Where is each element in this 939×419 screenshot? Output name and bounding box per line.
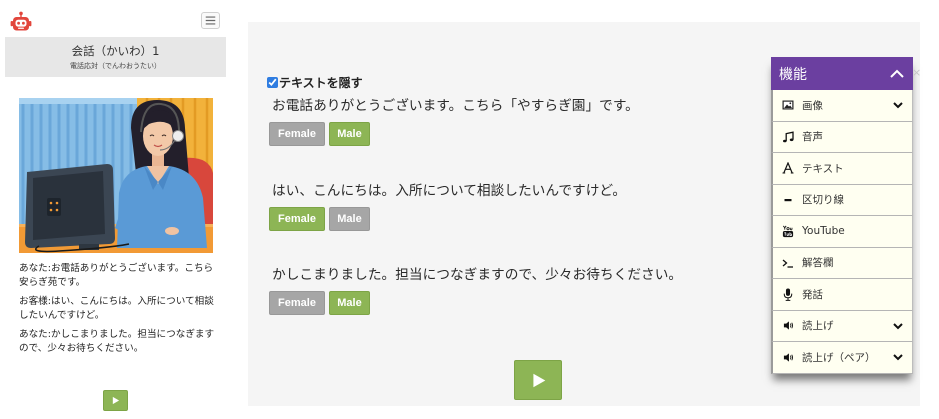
feature-item-read-aloud[interactable]: 読上げ (771, 310, 913, 342)
hide-text-toggle[interactable]: テキストを隠す (267, 75, 747, 90)
feature-item-label: YouTube (802, 225, 845, 238)
main-play-button[interactable] (514, 360, 562, 400)
feature-item-divider[interactable]: 区切り線 (771, 184, 913, 216)
feature-item-label: 発話 (802, 288, 823, 301)
features-panel: 機能 画像 音声 テキスト 区切り線 YouTube 解答欄 発話 読上げ 読上… (771, 57, 913, 374)
play-icon (532, 373, 545, 387)
robot-icon[interactable] (10, 11, 32, 33)
volume-icon (782, 351, 794, 364)
text-icon (782, 162, 794, 175)
female-voice-button[interactable]: Female (269, 122, 325, 146)
transcript-line: あなた:かしこまりました。担当につなぎますので、少々お待ちください。 (19, 329, 215, 354)
hide-text-checkbox[interactable] (267, 76, 278, 88)
feature-item-youtube[interactable]: YouTube (771, 216, 913, 248)
microphone-icon (782, 288, 794, 301)
feature-item-label: 音声 (802, 131, 823, 144)
feature-item-text[interactable]: テキスト (771, 153, 913, 185)
feature-item-read-aloud-pair[interactable]: 読上げ（ペア） (771, 342, 913, 374)
voice-selector: Female Male (267, 206, 747, 231)
dialogue-line-text: お電話ありがとうございます。こちら「やすらぎ園」です。 (272, 98, 639, 114)
voice-selector: Female Male (267, 122, 747, 146)
dialogue-editor: テキストを隠す お電話ありがとうございます。こちら「やすらぎ園」です。 Fema… (267, 75, 747, 315)
female-voice-button[interactable]: Female (269, 291, 325, 315)
music-note-icon (782, 130, 794, 143)
close-panel-button[interactable]: × (912, 67, 921, 79)
features-panel-header[interactable]: 機能 (771, 57, 913, 90)
dialogue-transcript: あなた:お電話ありがとうございます。こちら安らぎ苑です。 お客様:はい、こんにち… (19, 262, 217, 361)
dialogue-line-text: かしこまりました。担当につなぎますので、少々お待ちください。 (272, 267, 683, 283)
terminal-icon (782, 256, 794, 269)
female-voice-button[interactable]: Female (269, 206, 325, 231)
dialogue-line-text: はい、こんにちは。入所について相談したいんですけど。 (272, 182, 627, 199)
sidebar-play-button[interactable] (103, 390, 128, 411)
feature-item-label: 画像 (802, 99, 823, 112)
chevron-up-icon[interactable] (889, 66, 905, 82)
image-icon (782, 99, 794, 112)
hide-text-label: テキストを隠す (279, 75, 363, 90)
volume-icon (782, 319, 794, 332)
lesson-header: 会話（かいわ）1 電話応対（でんわおうたい） (5, 37, 226, 77)
lesson-illustration (19, 98, 213, 253)
feature-item-label: 読上げ (802, 320, 834, 333)
male-voice-button[interactable]: Male (329, 122, 370, 146)
hamburger-menu-icon (205, 16, 216, 25)
features-panel-title: 機能 (779, 66, 807, 83)
transcript-line: あなた:お電話ありがとうございます。こちら安らぎ苑です。 (19, 263, 214, 288)
chevron-down-icon[interactable] (892, 351, 904, 363)
dialogue-line: はい、こんにちは。入所について相談したいんですけど。 Female Male (267, 182, 747, 231)
play-icon (112, 396, 120, 405)
lesson-subtitle: 電話応対（でんわおうたい） (70, 62, 161, 70)
feature-item-label: 読上げ（ペア） (802, 351, 876, 364)
feature-item-answer-field[interactable]: 解答欄 (771, 247, 913, 279)
dialogue-line: かしこまりました。担当につなぎますので、少々お待ちください。 Female Ma… (267, 266, 747, 315)
dialogue-line: お電話ありがとうございます。こちら「やすらぎ園」です。 Female Male (267, 97, 747, 146)
feature-item-label: 解答欄 (802, 257, 834, 270)
feature-item-audio[interactable]: 音声 (771, 121, 913, 153)
youtube-icon (782, 225, 794, 238)
feature-item-speech[interactable]: 発話 (771, 279, 913, 311)
divider-icon (782, 193, 794, 206)
male-voice-button[interactable]: Male (329, 291, 370, 315)
chevron-down-icon[interactable] (892, 320, 904, 332)
feature-item-label: 区切り線 (802, 194, 844, 207)
feature-item-image[interactable]: 画像 (771, 90, 913, 122)
lesson-title: 会話（かいわ）1 (71, 44, 160, 58)
transcript-line: お客様:はい、こんにちは。入所について相談したいんですけど。 (19, 296, 214, 321)
feature-item-label: テキスト (802, 162, 844, 175)
voice-selector: Female Male (267, 291, 747, 315)
male-voice-button[interactable]: Male (329, 206, 370, 231)
chevron-down-icon[interactable] (892, 99, 904, 111)
hamburger-menu-button[interactable] (201, 12, 220, 29)
